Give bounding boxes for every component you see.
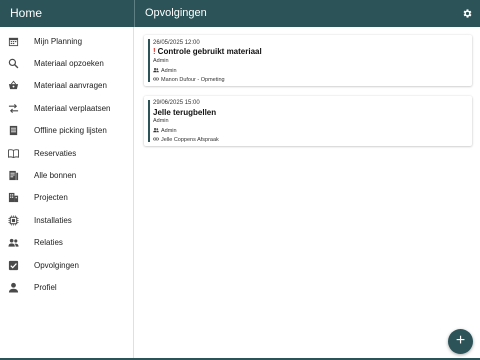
app-header: Home Opvolgingen: [0, 0, 480, 27]
calendar-icon: [8, 37, 19, 47]
person-icon: [8, 282, 19, 293]
sidebar-item-materiaal-aanvragen[interactable]: Materiaal aanvragen: [0, 75, 133, 97]
sidebar-item-label: Profiel: [34, 283, 57, 292]
plus-icon: +: [455, 332, 466, 349]
sidebar-item-label: Opvolgingen: [34, 261, 79, 270]
sidebar-item-materiaal-verplaatsen[interactable]: Materiaal verplaatsen: [0, 98, 133, 120]
sidebar-item-mijn-planning[interactable]: Mijn Planning: [0, 31, 133, 53]
receipt-icon: [9, 170, 19, 181]
basket-icon: [8, 80, 19, 90]
sidebar-item-label: Installaties: [34, 216, 72, 225]
sidebar-item-projecten[interactable]: Projecten: [0, 187, 133, 209]
followup-assignee: Admin: [161, 68, 177, 74]
sidebar-item-relaties[interactable]: Relaties: [0, 232, 133, 254]
followup-card[interactable]: 26/05/2025 12:00 ! Controle gebruikt mate…: [144, 35, 472, 86]
followup-title-row: ! Controle gebruikt materiaal: [153, 47, 262, 56]
followup-assignee-row: Admin: [153, 67, 177, 74]
home-title[interactable]: Home: [10, 0, 42, 27]
gear-icon[interactable]: [462, 8, 473, 19]
people-icon: [153, 128, 159, 133]
sidebar-item-label: Alle bonnen: [34, 171, 77, 180]
sidebar-item-reservaties[interactable]: Reservaties: [0, 143, 133, 165]
followup-assignee-row: Admin: [153, 127, 177, 134]
sidebar-item-label: Reservaties: [34, 149, 77, 158]
sidebar-item-label: Offline picking lijsten: [34, 126, 107, 135]
building-icon: [8, 192, 19, 203]
list-document-icon: [9, 125, 18, 136]
followup-link: Manon Dufour - Opmeting: [161, 77, 225, 83]
sidebar-item-offline-picking-lijsten[interactable]: Offline picking lijsten: [0, 120, 133, 142]
followup-creator: Admin: [153, 118, 169, 124]
swap-arrows-icon: [8, 103, 19, 114]
followups-list: 26/05/2025 12:00 ! Controle gebruikt mate…: [135, 27, 480, 360]
link-icon: [153, 137, 159, 141]
priority-icon: !: [153, 47, 156, 56]
sidebar-item-label: Materiaal opzoeken: [34, 59, 104, 68]
followup-title: Jelle terugbellen: [153, 108, 217, 117]
checkbox-icon: [8, 260, 19, 271]
sidebar-item-label: Mijn Planning: [34, 37, 83, 46]
followup-date: 29/06/2025 15:00: [153, 100, 200, 106]
sidebar-item-profiel[interactable]: Profiel: [0, 277, 133, 299]
sidebar-item-alle-bonnen[interactable]: Alle bonnen: [0, 165, 133, 187]
followup-link-row[interactable]: Manon Dufour - Opmeting: [153, 76, 225, 83]
sidebar-item-label: Materiaal aanvragen: [34, 81, 107, 90]
header-divider: [134, 0, 135, 27]
sidebar-item-installaties[interactable]: Installaties: [0, 210, 133, 232]
followup-date: 26/05/2025 12:00: [153, 40, 200, 46]
sidebar-item-opvolgingen[interactable]: Opvolgingen: [0, 255, 133, 277]
followup-accent-bar: [148, 100, 150, 142]
chip-icon: [8, 215, 19, 226]
followup-assignee: Admin: [161, 128, 177, 134]
book-icon: [8, 149, 19, 159]
search-icon: [8, 58, 19, 69]
followup-link-row[interactable]: Jelle Coppens Afspraak: [153, 136, 219, 143]
followup-card[interactable]: 29/06/2025 15:00 Jelle terugbellen Admin…: [144, 96, 472, 146]
sidebar-item-materiaal-opzoeken[interactable]: Materiaal opzoeken: [0, 53, 133, 75]
people-icon: [153, 68, 159, 73]
followup-creator: Admin: [153, 58, 169, 64]
followup-link: Jelle Coppens Afspraak: [161, 137, 219, 143]
link-icon: [153, 77, 159, 81]
page-title: Opvolgingen: [145, 7, 207, 19]
followup-title: Controle gebruikt materiaal: [157, 47, 262, 56]
sidebar-item-label: Relaties: [34, 238, 63, 247]
followup-accent-bar: [148, 39, 150, 82]
sidebar-item-label: Materiaal verplaatsen: [34, 104, 111, 113]
people-icon: [8, 238, 19, 247]
sidebar-item-label: Projecten: [34, 193, 68, 202]
add-followup-button[interactable]: +: [448, 329, 473, 354]
sidebar: Mijn Planning Materiaal opzoeken Materia…: [0, 27, 134, 360]
